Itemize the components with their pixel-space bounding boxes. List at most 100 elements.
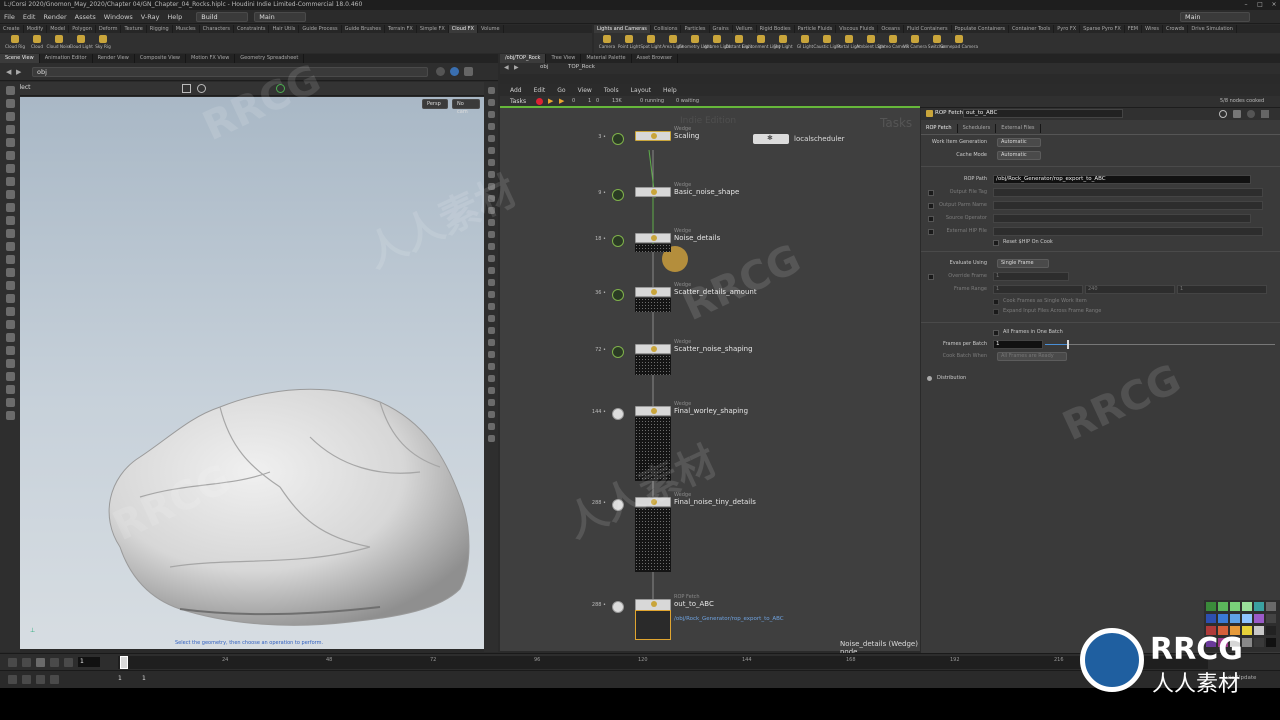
node-body[interactable]	[635, 344, 671, 354]
display-option-icon[interactable]	[487, 243, 495, 250]
link-icon[interactable]	[450, 67, 459, 76]
color-swatch[interactable]	[1242, 602, 1252, 611]
display-option-icon[interactable]	[487, 111, 495, 118]
shelf-tab-fem[interactable]: FEM	[1125, 25, 1143, 33]
tool-gi-light[interactable]: GI Light	[794, 33, 816, 53]
node-body[interactable]	[635, 187, 671, 197]
tool-distant-light[interactable]: Distant Light	[726, 33, 752, 53]
display-option-icon[interactable]	[487, 291, 495, 298]
shelf-tab-characters[interactable]: Characters	[200, 25, 234, 33]
display-option-icon[interactable]	[487, 99, 495, 106]
display-option-icon[interactable]	[487, 147, 495, 154]
menu-go[interactable]: Go	[557, 87, 565, 94]
display-option-icon[interactable]	[487, 327, 495, 334]
menu-windows[interactable]: Windows	[104, 13, 133, 21]
menu-vray[interactable]: V-Ray	[141, 13, 160, 21]
shelf-tab-model[interactable]: Model	[47, 25, 70, 33]
viewport-tool-icon[interactable]	[5, 164, 15, 173]
tab-asset-browser[interactable]: Asset Browser	[632, 54, 679, 63]
color-swatch[interactable]	[1242, 614, 1252, 623]
display-option-icon[interactable]	[487, 411, 495, 418]
shelf-tab-oceans[interactable]: Oceans	[878, 25, 904, 33]
frame-range-end[interactable]: 240	[1085, 285, 1175, 294]
menu-edit[interactable]: Edit	[534, 87, 546, 94]
realtime-icon[interactable]	[36, 675, 45, 684]
back-icon[interactable]: ◀	[504, 64, 509, 71]
tool-volume-light[interactable]: Volume Light	[703, 33, 731, 53]
shelf-tab-deform[interactable]: Deform	[96, 25, 122, 33]
menu-file[interactable]: File	[4, 13, 15, 21]
menu-help[interactable]: Help	[663, 87, 677, 94]
display-option-icon[interactable]	[487, 135, 495, 142]
color-swatch[interactable]	[1218, 602, 1228, 611]
play-icon[interactable]	[50, 658, 59, 667]
shelf-tab-rigging[interactable]: Rigging	[147, 25, 173, 33]
display-option-icon[interactable]	[487, 423, 495, 430]
display-option-icon[interactable]	[487, 363, 495, 370]
menu-view[interactable]: View	[578, 87, 592, 94]
display-option-icon[interactable]	[487, 267, 495, 274]
tool-geometry-light[interactable]: Geometry Light	[679, 33, 711, 53]
color-swatch[interactable]	[1266, 602, 1276, 611]
viewport-tool-icon[interactable]	[5, 86, 15, 95]
shelf-tab-cloud-fx[interactable]: Cloud FX	[448, 25, 478, 33]
menu-layout[interactable]: Layout	[631, 87, 651, 94]
lasso-icon[interactable]	[197, 84, 206, 93]
frames-per-batch-field[interactable]: 1	[993, 340, 1043, 349]
tab-obj-top-rock[interactable]: /obj/TOP_Rock	[500, 54, 547, 63]
tab-geometry-spreadsheet[interactable]: Geometry Spreadsheet	[235, 54, 305, 63]
display-option-icon[interactable]	[487, 231, 495, 238]
label-distribution[interactable]: Distribution	[937, 373, 966, 384]
minimize-icon[interactable]: –	[1240, 0, 1252, 10]
reset-hip-checkbox[interactable]	[993, 240, 999, 246]
color-swatch[interactable]	[1230, 602, 1240, 611]
viewport-tool-icon[interactable]	[5, 294, 15, 303]
frames-per-batch-slider[interactable]	[1045, 344, 1275, 345]
node-body[interactable]	[635, 233, 671, 243]
evaluate-using-menu[interactable]: Single Frame	[997, 259, 1049, 268]
desktop-combo[interactable]: Main	[254, 11, 307, 22]
display-option-icon[interactable]	[487, 183, 495, 190]
work-item-grid[interactable]	[635, 244, 671, 252]
param-tab-external-files[interactable]: External Files	[996, 124, 1041, 133]
range-end[interactable]: 1	[142, 675, 146, 682]
viewport-tool-icon[interactable]	[5, 112, 15, 121]
viewport-tool-icon[interactable]	[5, 385, 15, 394]
shelf-tab-guide-process[interactable]: Guide Process	[299, 25, 342, 33]
viewport-tool-icon[interactable]	[5, 138, 15, 147]
display-option-icon[interactable]	[487, 315, 495, 322]
display-option-icon[interactable]	[487, 303, 495, 310]
cache-mode-menu[interactable]: Automatic	[997, 151, 1041, 160]
frame-range-start[interactable]: 1	[993, 285, 1083, 294]
work-item-generation-menu[interactable]: Automatic	[997, 138, 1041, 147]
path-node[interactable]: TOP_Rock	[568, 64, 595, 70]
rop-path-field[interactable]: /obj/Rock_Generator/rop_export_to_ABC	[993, 175, 1251, 184]
path-root[interactable]: obj	[540, 64, 548, 70]
display-option-icon[interactable]	[487, 123, 495, 130]
gear-icon[interactable]	[1219, 110, 1227, 118]
close-icon[interactable]: ×	[1268, 0, 1280, 10]
display-option-icon[interactable]	[487, 255, 495, 262]
viewport-tool-icon[interactable]	[5, 398, 15, 407]
help-icon[interactable]	[1233, 110, 1241, 118]
shelf-tab-lights-and-cameras[interactable]: Lights and Cameras	[594, 25, 651, 33]
menu-help[interactable]: Help	[167, 13, 182, 21]
menu-render[interactable]: Render	[43, 13, 66, 21]
range-start[interactable]: 1	[118, 675, 122, 682]
display-option-icon[interactable]	[487, 279, 495, 286]
expand-input-checkbox[interactable]	[993, 309, 999, 315]
color-swatch[interactable]	[1254, 602, 1264, 611]
display-option-icon[interactable]	[487, 399, 495, 406]
menu-edit[interactable]: Edit	[23, 13, 36, 21]
settings-icon[interactable]	[50, 675, 59, 684]
shelf-tab-texture[interactable]: Texture	[121, 25, 147, 33]
shelf-tab-populate-containers[interactable]: Populate Containers	[952, 25, 1009, 33]
tab-material-palette[interactable]: Material Palette	[581, 54, 632, 63]
shelf-tab-grains[interactable]: Grains	[710, 25, 733, 33]
display-option-icon[interactable]	[487, 159, 495, 166]
build-combo[interactable]: Build	[196, 11, 249, 22]
viewport-tool-icon[interactable]	[5, 242, 15, 251]
forward-icon[interactable]: ▶	[16, 68, 21, 76]
tool-cloud-light[interactable]: Cloud Light	[69, 33, 93, 53]
go-end-icon[interactable]	[64, 658, 73, 667]
